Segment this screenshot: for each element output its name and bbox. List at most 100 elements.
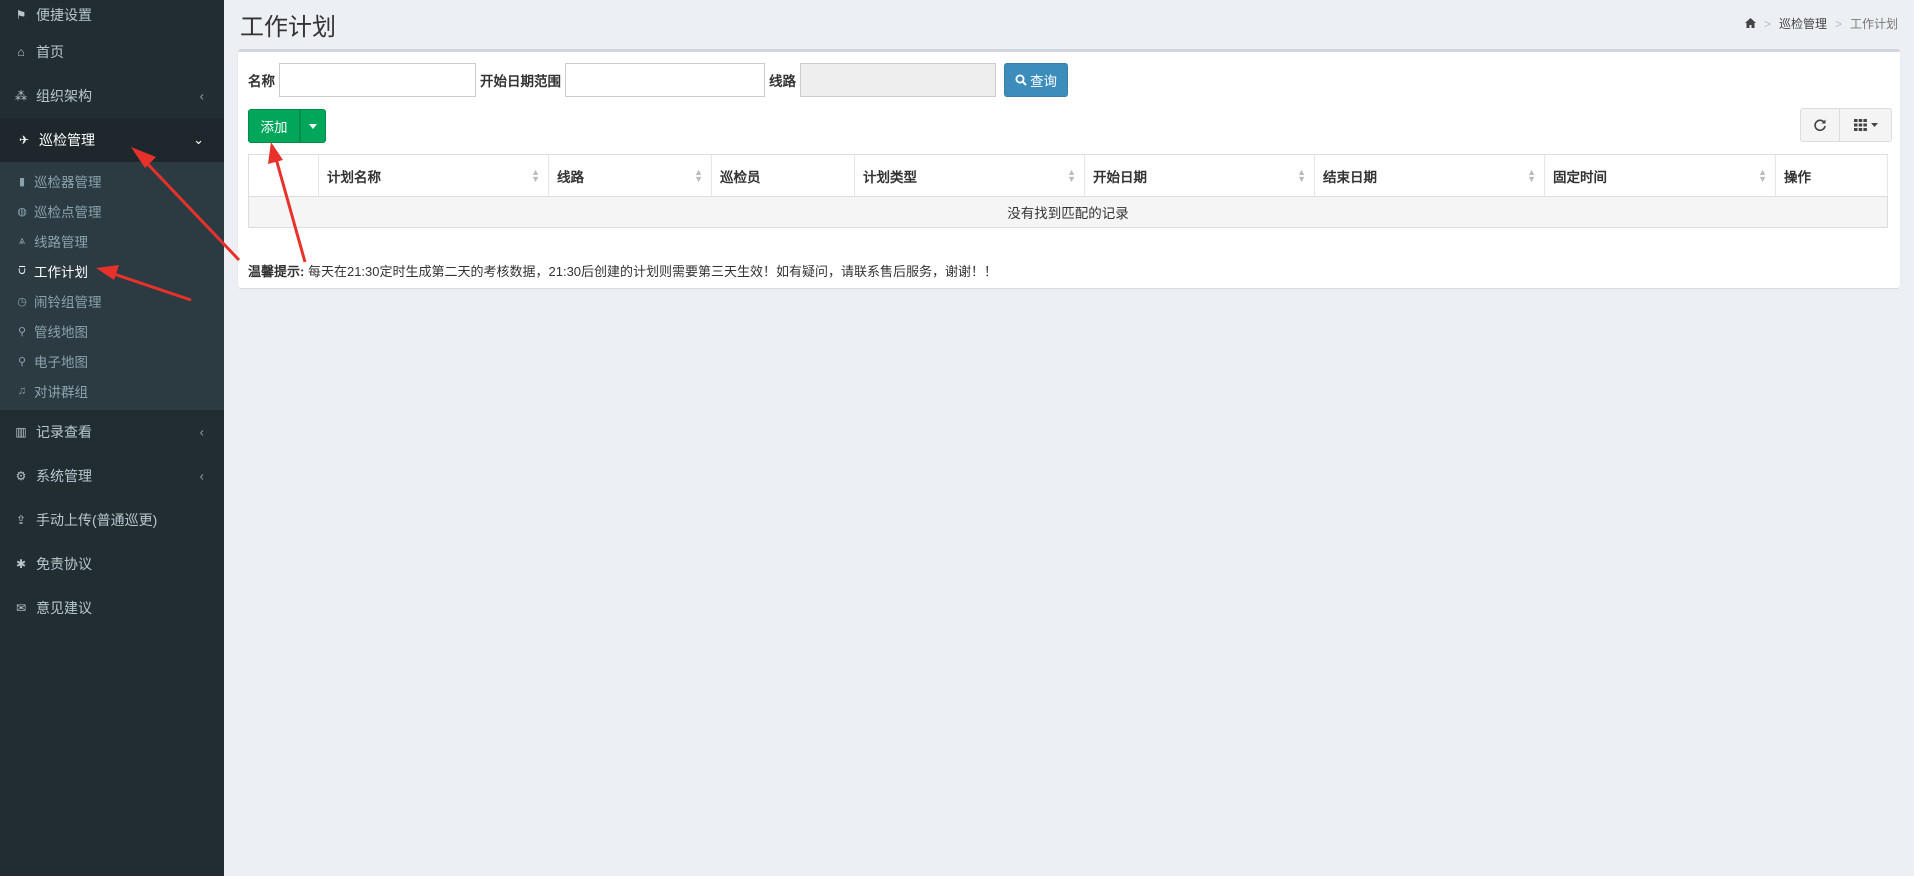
map-marker-icon: ◍ <box>17 205 27 218</box>
sidebar: ⚑ 便捷设置 ⌂ 首页 ⁂ 组织架构 ‹ ✈ 巡检管理 ⌄ ▮ 巡检器管理 ◍ … <box>0 0 224 876</box>
sidebar-subitem-label: 对讲群组 <box>34 385 88 400</box>
sidebar-subitem-work-plan[interactable]: ⩂ 工作计划 <box>0 256 224 286</box>
content-box: 名称 开始日期范围 线路 查询 添加 计划名称 ▲ ▼ 线路 ▲ ▼ 巡检员 计… <box>238 49 1900 288</box>
toolbar: 添加 <box>248 109 326 143</box>
sidebar-item-label: 首页 <box>36 44 64 60</box>
sort-icon: ▲ ▼ <box>1067 166 1076 184</box>
line-input[interactable] <box>800 63 996 97</box>
page-title: 工作计划 <box>240 14 336 41</box>
name-label: 名称 <box>248 74 275 89</box>
asterisk-icon: ✱ <box>15 557 27 571</box>
empty-message: 没有找到匹配的记录 <box>248 196 1888 228</box>
sort-icon: ▲ ▼ <box>1527 166 1536 184</box>
date-range-input[interactable] <box>565 63 765 97</box>
column-header-actions: 操作 <box>1775 154 1888 197</box>
bar-chart-icon: ▥ <box>15 425 27 439</box>
upload-icon: ⇪ <box>15 513 27 527</box>
table-row-empty: 没有找到匹配的记录 <box>248 196 1888 228</box>
sidebar-subitem-intercom-group[interactable]: ♫ 对讲群组 <box>0 376 224 406</box>
sidebar-item-quick-settings[interactable]: ⚑ 便捷设置 <box>0 0 224 30</box>
column-header-fixed-time[interactable]: 固定时间 ▲ ▼ <box>1544 154 1776 197</box>
add-dropdown-toggle[interactable] <box>300 109 326 143</box>
table-tools <box>1800 108 1892 142</box>
column-header-inspector: 巡检员 <box>711 154 855 197</box>
sidebar-item-label: 便捷设置 <box>36 7 92 23</box>
breadcrumb-separator: > <box>1834 16 1842 31</box>
sidebar-item-records[interactable]: ▥ 记录查看 ‹ <box>0 410 224 454</box>
home-icon[interactable] <box>1744 17 1756 31</box>
search-form: 名称 开始日期范围 线路 查询 <box>248 63 1068 97</box>
sidebar-subitem-device-management[interactable]: ▮ 巡检器管理 <box>0 166 224 196</box>
sidebar-item-manual-upload[interactable]: ⇪ 手动上传(普通巡更) <box>0 498 224 542</box>
envelope-open-icon: ✉ <box>15 601 27 615</box>
refresh-button[interactable] <box>1800 108 1840 142</box>
sidebar-subitem-label: 线路管理 <box>34 235 88 250</box>
caret-down-icon <box>1870 123 1878 127</box>
search-icon <box>1015 74 1027 86</box>
grid-icon <box>1853 119 1867 131</box>
tip-message: 温馨提示: 每天在21:30定时生成第二天的考核数据，21:30后创建的计划则需… <box>248 261 997 280</box>
data-table: 计划名称 ▲ ▼ 线路 ▲ ▼ 巡检员 计划类型 ▲ ▼ 开始日期 ▲ ▼ 结束日期 ▲ ▼ 固定时… <box>248 154 1888 228</box>
sitemap-icon: ⁂ <box>15 89 27 103</box>
sidebar-submenu: ▮ 巡检器管理 ◍ 巡检点管理 ⩓ 线路管理 ⩂ 工作计划 ◷ 闹铃组管理 ⚲ … <box>0 162 224 410</box>
column-header-start-date[interactable]: 开始日期 ▲ ▼ <box>1084 154 1315 197</box>
sidebar-subitem-label: 巡检点管理 <box>34 205 102 220</box>
column-header-plan-type[interactable]: 计划类型 ▲ ▼ <box>854 154 1085 197</box>
flag-icon: ⚑ <box>15 8 27 22</box>
table-header-row: 计划名称 ▲ ▼ 线路 ▲ ▼ 巡检员 计划类型 ▲ ▼ 开始日期 ▲ ▼ 结束日期 ▲ ▼ 固定时… <box>248 154 1888 197</box>
date-range-label: 开始日期范围 <box>480 74 561 89</box>
query-button[interactable]: 查询 <box>1004 63 1068 97</box>
sidebar-item-label: 组织架构 <box>36 88 92 104</box>
chevron-left-icon: ‹ <box>199 88 204 104</box>
column-header-route[interactable]: 线路 ▲ ▼ <box>548 154 712 197</box>
motorcycle-icon: ✈ <box>18 133 30 147</box>
sort-icon: ▲ ▼ <box>1758 166 1767 184</box>
sidebar-subitem-label: 巡检器管理 <box>34 175 102 190</box>
book-icon: ▮ <box>18 175 26 188</box>
sidebar-subitem-checkpoint-management[interactable]: ◍ 巡检点管理 <box>0 196 224 226</box>
sort-icon: ▲ ▼ <box>531 166 540 184</box>
column-header-plan-name[interactable]: 计划名称 ▲ ▼ <box>318 154 549 197</box>
sidebar-item-disclaimer[interactable]: ✱ 免责协议 <box>0 542 224 586</box>
breadcrumb-item-inspection[interactable]: 巡检管理 <box>1779 15 1827 32</box>
sidebar-item-label: 系统管理 <box>36 468 92 484</box>
tip-label: 温馨提示: <box>248 264 305 279</box>
page-header: 工作计划 > 巡检管理 > 工作计划 <box>224 0 1914 48</box>
sidebar-subitem-alarm-group[interactable]: ◷ 闹铃组管理 <box>0 286 224 316</box>
sidebar-item-inspection-management[interactable]: ✈ 巡检管理 ⌄ <box>0 118 224 162</box>
sidebar-item-label: 意见建议 <box>36 600 92 616</box>
sidebar-item-system-management[interactable]: ⚙ 系统管理 ‹ <box>0 454 224 498</box>
clock-icon: ◷ <box>17 295 27 308</box>
chevron-left-icon: ‹ <box>199 424 204 440</box>
sidebar-item-feedback[interactable]: ✉ 意见建议 <box>0 586 224 630</box>
column-checkbox <box>248 154 319 197</box>
name-input[interactable] <box>279 63 476 97</box>
sidebar-subitem-label: 闹铃组管理 <box>34 295 102 310</box>
column-header-end-date[interactable]: 结束日期 ▲ ▼ <box>1314 154 1545 197</box>
line-label: 线路 <box>769 74 796 89</box>
sidebar-subitem-label: 管线地图 <box>34 325 88 340</box>
sidebar-item-label: 巡检管理 <box>39 132 95 148</box>
sidebar-item-label: 记录查看 <box>36 424 92 440</box>
breadcrumb-item-current: 工作计划 <box>1849 17 1898 31</box>
pushpin-icon: ⚲ <box>17 355 27 368</box>
sidebar-item-organization[interactable]: ⁂ 组织架构 ‹ <box>0 74 224 118</box>
sort-icon: ▲ ▼ <box>694 166 703 184</box>
breadcrumb-separator: > <box>1763 16 1771 31</box>
chevron-left-icon: ‹ <box>199 468 204 484</box>
home-icon: ⌂ <box>17 45 25 59</box>
microphone-icon: ♫ <box>17 385 27 397</box>
columns-toggle-button[interactable] <box>1840 108 1892 142</box>
sidebar-subitem-route-management[interactable]: ⩓ 线路管理 <box>0 226 224 256</box>
road-icon: ⩓ <box>18 234 26 247</box>
location-icon: ⚲ <box>17 325 27 338</box>
sidebar-item-home[interactable]: ⌂ 首页 <box>0 30 224 74</box>
sidebar-subitem-pipeline-map[interactable]: ⚲ 管线地图 <box>0 316 224 346</box>
tip-text: 每天在21:30定时生成第二天的考核数据，21:30后创建的计划则需要第三天生效… <box>307 264 998 279</box>
caret-down-icon <box>309 123 317 129</box>
sidebar-item-label: 免责协议 <box>36 556 92 572</box>
query-button-label: 查询 <box>1030 74 1057 89</box>
sidebar-subitem-electronic-map[interactable]: ⚲ 电子地图 <box>0 346 224 376</box>
add-button[interactable]: 添加 <box>248 109 300 143</box>
sidebar-subitem-label: 电子地图 <box>34 355 88 370</box>
